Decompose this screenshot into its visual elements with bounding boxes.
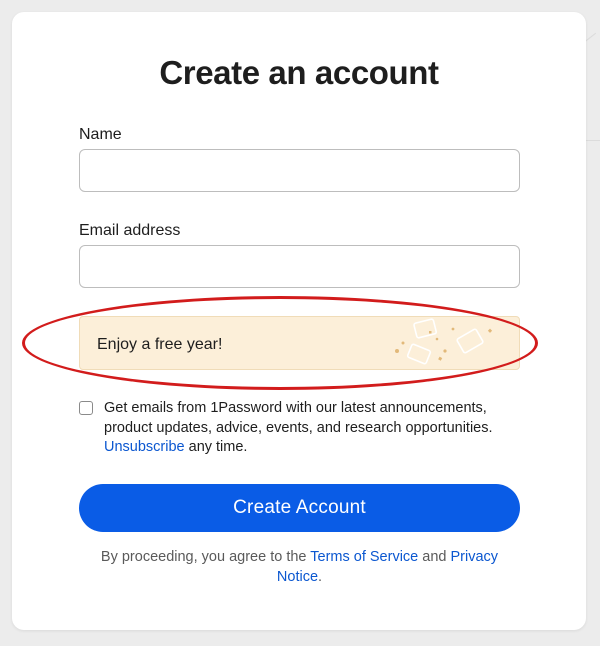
terms-of-service-link[interactable]: Terms of Service bbox=[310, 549, 418, 565]
legal-period: . bbox=[318, 569, 323, 585]
email-field[interactable] bbox=[79, 245, 520, 288]
consent-body: Get emails from 1Password with our lates… bbox=[104, 400, 493, 436]
email-label: Email address bbox=[79, 222, 181, 239]
legal-prefix: By proceeding, you agree to the bbox=[100, 549, 307, 565]
name-label: Name bbox=[79, 126, 122, 143]
unsubscribe-link[interactable]: Unsubscribe bbox=[104, 439, 185, 455]
page-title: Create an account bbox=[159, 54, 439, 91]
legal-and: and bbox=[422, 549, 447, 565]
marketing-consent-checkbox[interactable] bbox=[79, 401, 93, 415]
background-line bbox=[586, 140, 600, 141]
consent-text: Get emails from 1Password with our lates… bbox=[104, 399, 520, 458]
name-field[interactable] bbox=[79, 149, 520, 192]
legal-notice: By proceeding, you agree to the Terms of… bbox=[79, 547, 520, 587]
promo-banner: Enjoy a free year! bbox=[79, 316, 520, 370]
consent-suffix: any time. bbox=[188, 439, 248, 455]
promo-text: Enjoy a free year! bbox=[97, 336, 223, 353]
ticket-confetti-icon bbox=[395, 318, 493, 365]
create-account-button[interactable]: Create Account bbox=[79, 484, 520, 532]
